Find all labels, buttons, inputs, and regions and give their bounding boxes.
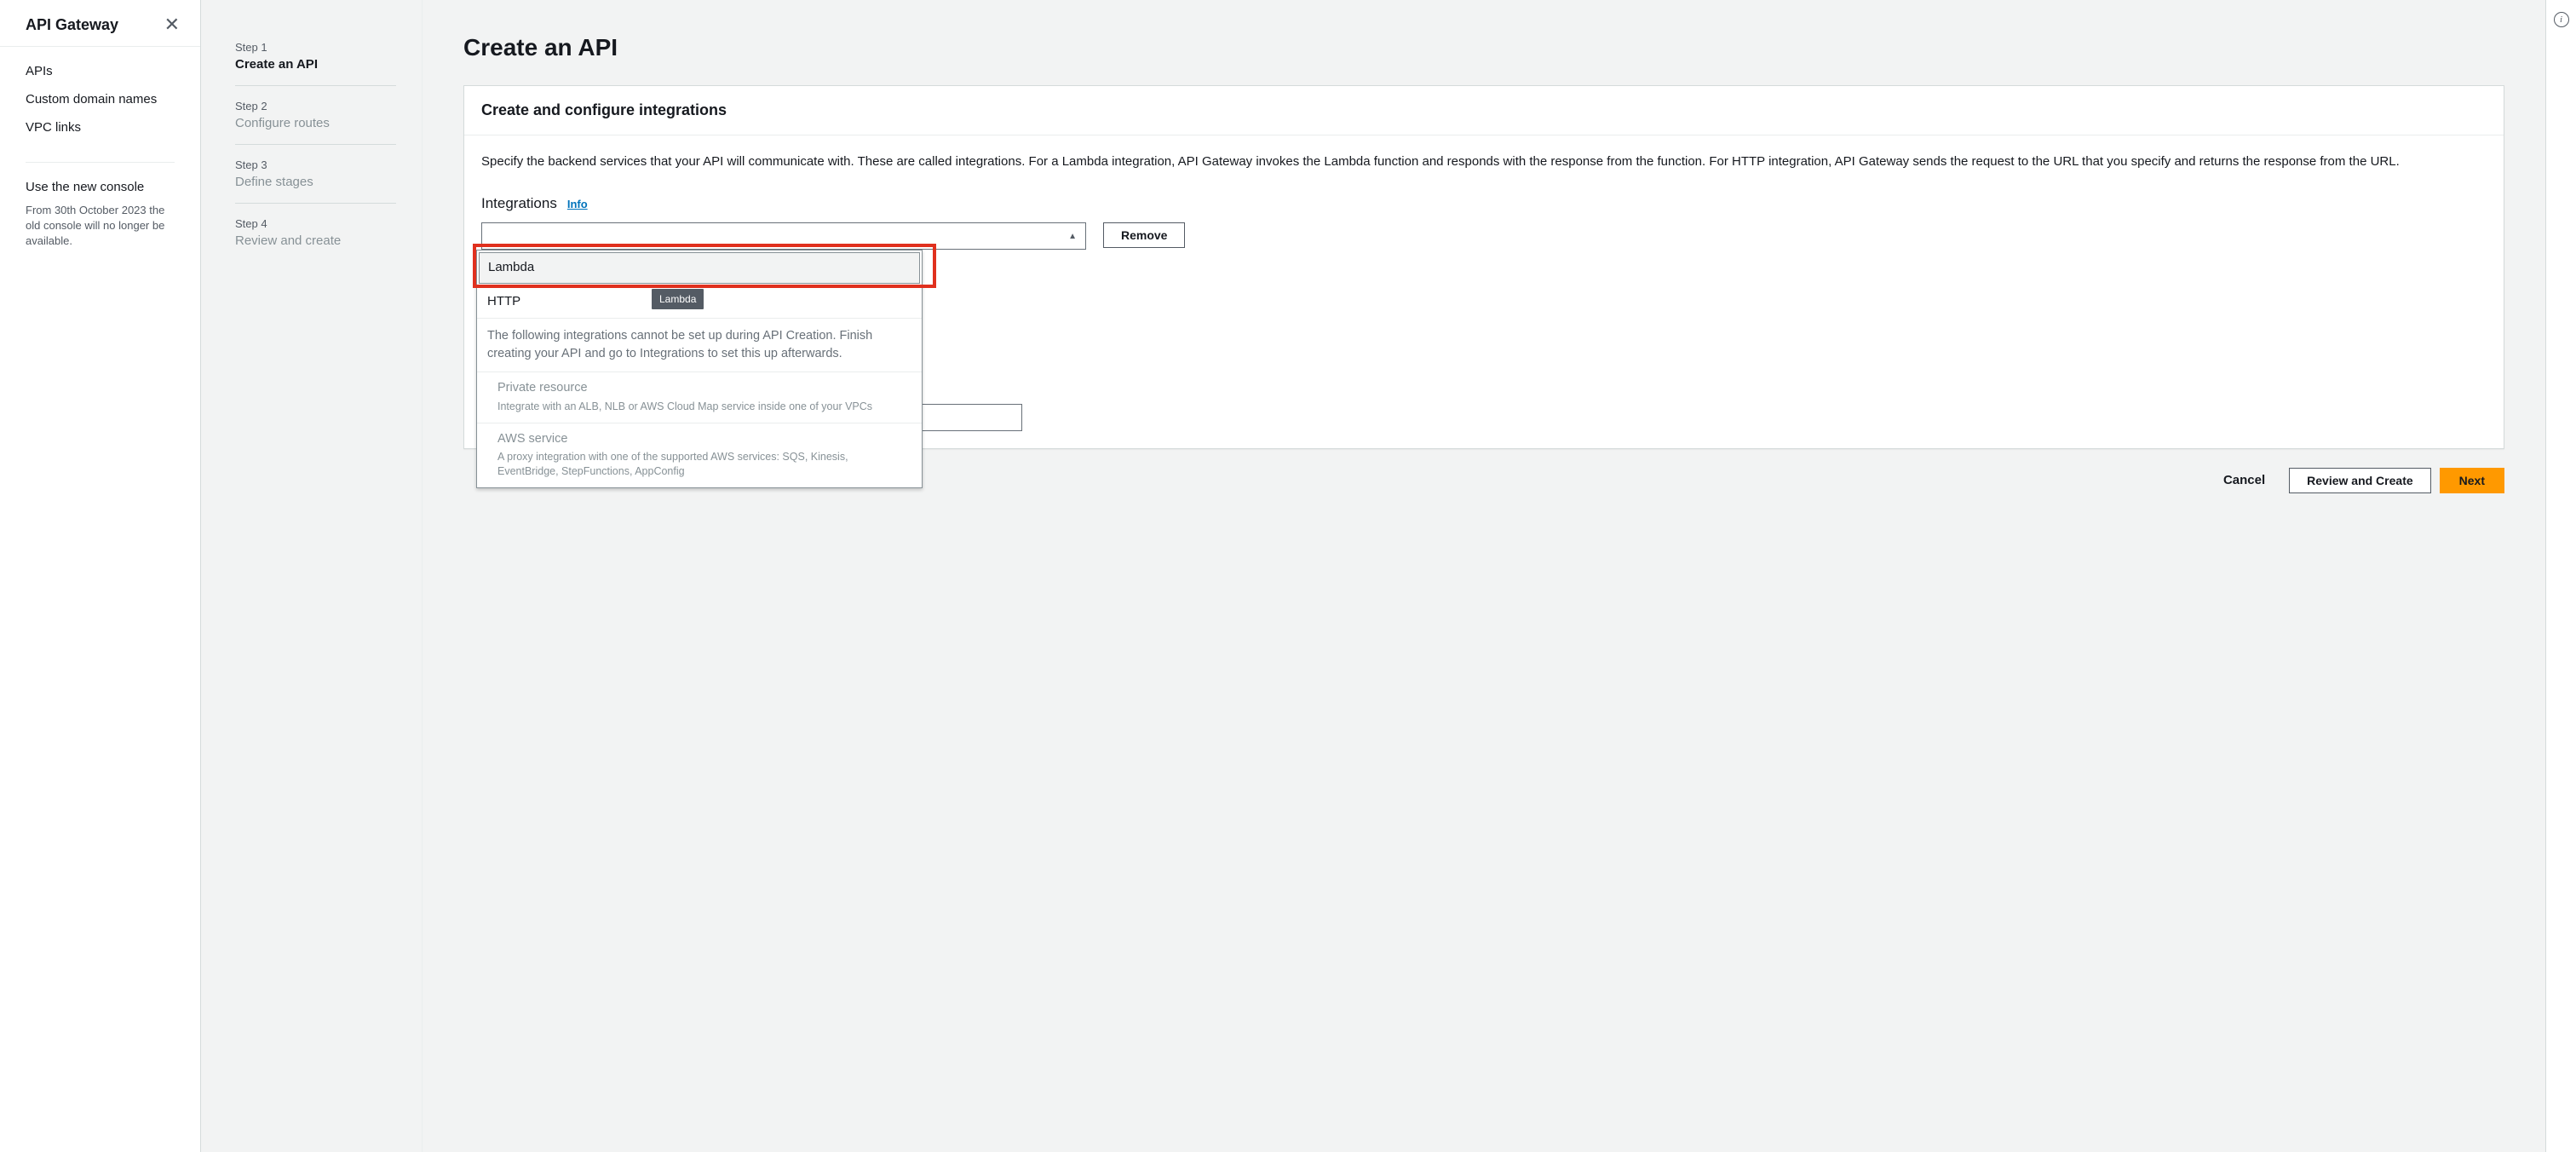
review-and-create-button[interactable]: Review and Create — [2289, 468, 2431, 493]
right-gutter: i — [2545, 0, 2576, 1152]
dropdown-option-aws-service: AWS service A proxy integration with one… — [477, 423, 922, 488]
dropdown-option-title: AWS service — [497, 430, 911, 449]
cancel-button[interactable]: Cancel — [2208, 468, 2280, 492]
sidebar-new-console-heading[interactable]: Use the new console — [0, 173, 200, 198]
panel-title: Create and configure integrations — [481, 101, 2487, 119]
step-label: Configure routes — [235, 116, 396, 130]
integration-type-dropdown: Lambda HTTP The following integrations c… — [476, 250, 923, 488]
panel-body: Specify the backend services that your A… — [464, 135, 2504, 448]
sidebar-item-custom-domain-names[interactable]: Custom domain names — [0, 85, 200, 113]
sidebar-header: API Gateway ✕ — [0, 0, 200, 46]
main-content: Create an API Create and configure integ… — [423, 0, 2545, 1152]
divider — [26, 162, 175, 163]
dropdown-option-desc: Integrate with an ALB, NLB or AWS Cloud … — [497, 400, 911, 414]
integration-type-select-wrap: ▲ Lambda HTTP The following integrations… — [481, 222, 1086, 250]
dropdown-option-private-resource: Private resource Integrate with an ALB, … — [477, 372, 922, 423]
info-icon[interactable]: i — [2554, 12, 2569, 27]
integrations-section-label: Integrations Info — [481, 193, 2487, 215]
step-label: Review and create — [235, 233, 396, 248]
close-icon[interactable]: ✕ — [164, 15, 180, 34]
integrations-panel: Create and configure integrations Specif… — [463, 85, 2504, 449]
step-number: Step 3 — [235, 158, 396, 171]
dropdown-option-lambda[interactable]: Lambda — [479, 252, 920, 284]
step-number: Step 1 — [235, 41, 396, 54]
sidebar-item-apis[interactable]: APIs — [0, 57, 200, 85]
info-link[interactable]: Info — [567, 196, 588, 213]
sidebar-item-vpc-links[interactable]: VPC links — [0, 113, 200, 141]
step-1[interactable]: Step 1 Create an API — [235, 34, 396, 86]
steps-nav: Step 1 Create an API Step 2 Configure ro… — [201, 0, 423, 1152]
step-label: Define stages — [235, 175, 396, 189]
sidebar-title: API Gateway — [26, 16, 118, 34]
sidebar: API Gateway ✕ APIs Custom domain names V… — [0, 0, 201, 1152]
integration-type-select[interactable]: ▲ — [481, 222, 1086, 250]
chevron-up-icon: ▲ — [1068, 230, 1077, 243]
tooltip: Lambda — [652, 289, 704, 309]
next-button[interactable]: Next — [2440, 468, 2504, 493]
remove-button[interactable]: Remove — [1103, 222, 1185, 248]
step-2[interactable]: Step 2 Configure routes — [235, 93, 396, 145]
page-title: Create an API — [463, 34, 2504, 61]
sidebar-nav: APIs Custom domain names VPC links — [0, 47, 200, 152]
integrations-label: Integrations — [481, 193, 557, 215]
dropdown-option-title: Private resource — [497, 379, 911, 398]
integration-row: ▲ Lambda HTTP The following integrations… — [481, 222, 2487, 250]
panel-description: Specify the backend services that your A… — [481, 153, 2487, 172]
step-label: Create an API — [235, 57, 396, 72]
sidebar-new-console-note: From 30th October 2023 the old console w… — [0, 198, 200, 250]
panel-header: Create and configure integrations — [464, 86, 2504, 135]
step-number: Step 4 — [235, 217, 396, 230]
dropdown-note: The following integrations cannot be set… — [477, 319, 922, 372]
step-number: Step 2 — [235, 100, 396, 112]
step-3[interactable]: Step 3 Define stages — [235, 152, 396, 204]
step-4[interactable]: Step 4 Review and create — [235, 210, 396, 262]
dropdown-option-desc: A proxy integration with one of the supp… — [497, 450, 911, 479]
